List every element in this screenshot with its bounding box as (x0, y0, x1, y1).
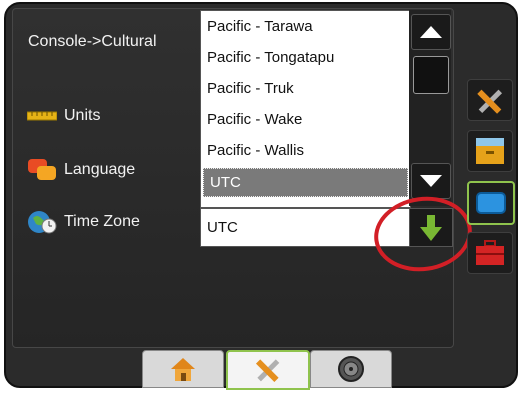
list-item[interactable]: Pacific - Truk (201, 73, 410, 104)
menu-item-language[interactable]: Language (26, 158, 135, 182)
menu-label-time-zone: Time Zone (64, 213, 140, 230)
toolbox-icon (476, 240, 504, 265)
home-icon (171, 358, 195, 381)
storage-drawer-icon (476, 138, 504, 164)
list-item[interactable]: Pacific - Tongatapu (201, 42, 410, 73)
menu-label-language: Language (64, 161, 136, 178)
list-item-selected[interactable]: UTC (203, 168, 408, 197)
scroll-down-button[interactable] (411, 163, 451, 199)
tools-icon (477, 89, 503, 114)
screen-icon (476, 192, 506, 214)
bottom-tab-bar (12, 348, 502, 390)
toolbox-button[interactable] (467, 232, 513, 274)
tab-tools[interactable] (226, 350, 310, 390)
screen-button[interactable] (467, 181, 515, 225)
breadcrumb: Console->Cultural (28, 33, 157, 50)
speech-bubbles-icon (26, 158, 58, 182)
timezone-select-value: UTC (207, 219, 238, 236)
ruler-icon (26, 104, 58, 128)
scroll-up-button[interactable] (411, 14, 451, 50)
scroll-thumb[interactable] (413, 56, 449, 94)
menu-item-time-zone[interactable]: Time Zone (26, 210, 140, 234)
list-item[interactable]: Pacific - Wallis (201, 135, 410, 166)
menu-label-units: Units (64, 107, 101, 124)
globe-clock-icon (26, 210, 58, 234)
timezone-dropdown-list[interactable]: Pacific - Tarawa Pacific - Tongatapu Pac… (200, 10, 411, 208)
triangle-down-icon (420, 175, 442, 187)
tab-gauge[interactable] (310, 350, 392, 388)
tab-home[interactable] (142, 350, 224, 388)
gauge-icon (338, 356, 364, 382)
tools-button[interactable] (467, 79, 513, 121)
triangle-up-icon (420, 26, 442, 38)
tools-icon (255, 359, 280, 383)
storage-button[interactable] (467, 130, 513, 172)
list-item[interactable]: Pacific - Wake (201, 104, 410, 135)
menu-item-units[interactable]: Units (26, 104, 100, 128)
list-item[interactable]: Pacific - Tarawa (201, 11, 410, 42)
